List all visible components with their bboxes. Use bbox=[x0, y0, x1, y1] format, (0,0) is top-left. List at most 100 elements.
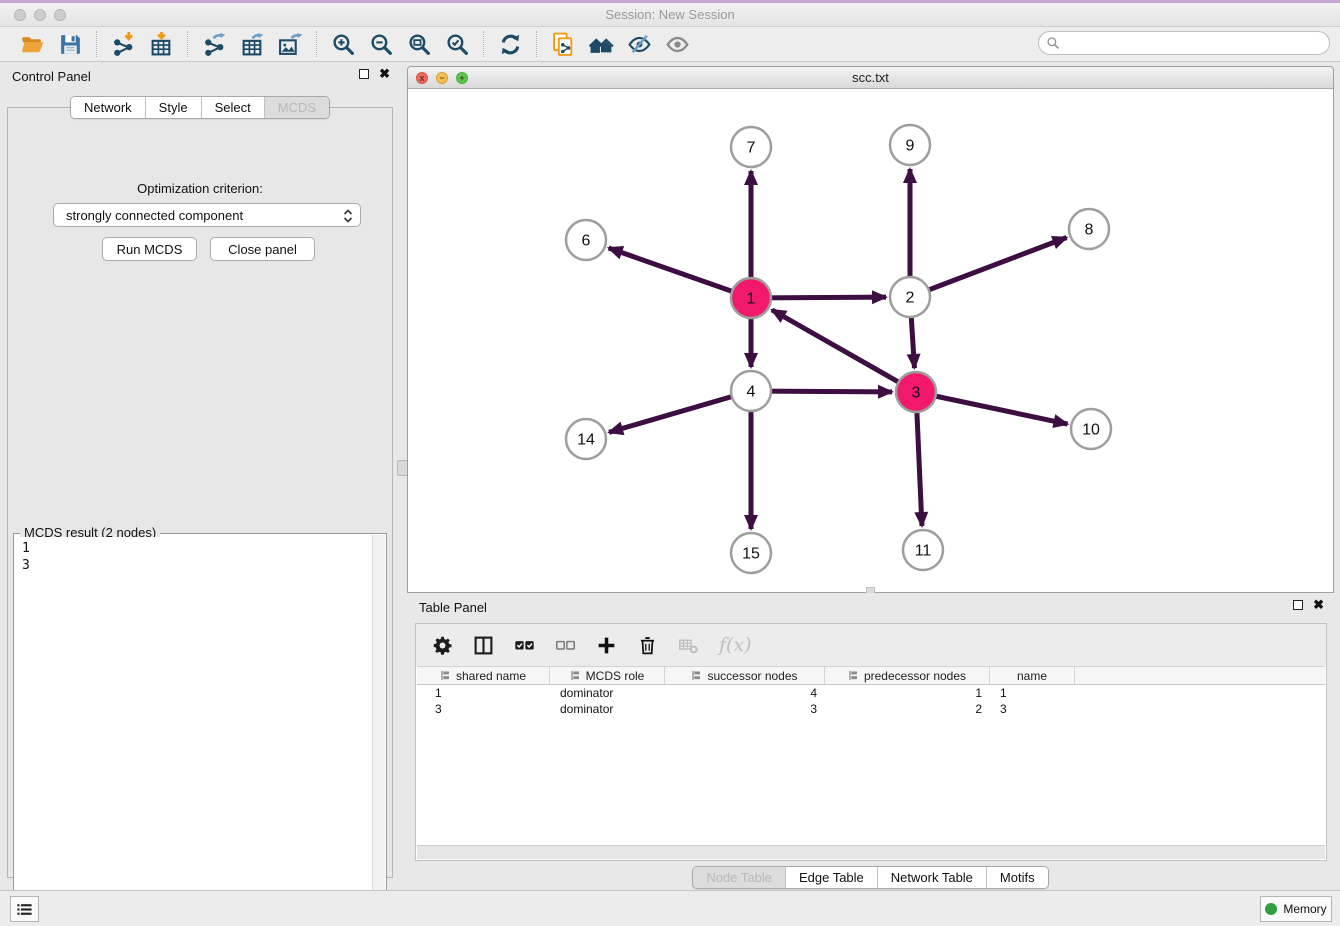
result-line: 3 bbox=[22, 557, 370, 574]
zoom-in-icon bbox=[331, 32, 356, 57]
graph-node-14[interactable]: 14 bbox=[566, 419, 606, 459]
cell-name[interactable]: 1 bbox=[990, 685, 1075, 701]
graph-node-10[interactable]: 10 bbox=[1071, 409, 1111, 449]
run-mcds-button[interactable]: Run MCDS bbox=[102, 237, 197, 261]
graph-node-7[interactable]: 7 bbox=[731, 127, 771, 167]
graph-edge-3-1[interactable] bbox=[772, 310, 916, 392]
result-scrollbar[interactable] bbox=[372, 535, 385, 909]
close-panel-icon[interactable]: ✖ bbox=[379, 69, 390, 79]
table-panel-title: Table Panel bbox=[419, 600, 487, 615]
cell-predecessor-nodes[interactable]: 2 bbox=[825, 701, 990, 717]
select-all-checkboxes-button[interactable] bbox=[514, 635, 535, 656]
open-session-icon bbox=[20, 32, 45, 57]
show-all-button[interactable] bbox=[661, 29, 693, 59]
delete-column-icon bbox=[637, 635, 658, 656]
graph-edge-3-10[interactable] bbox=[916, 392, 1068, 424]
deselect-all-checkboxes-button[interactable] bbox=[555, 635, 576, 656]
cell-mcds-role[interactable]: dominator bbox=[550, 701, 665, 717]
main-toolbar bbox=[0, 27, 1340, 62]
delete-table-icon bbox=[678, 635, 699, 656]
graph-node-8[interactable]: 8 bbox=[1069, 209, 1109, 249]
clone-network-icon bbox=[551, 32, 576, 57]
graph-node-4[interactable]: 4 bbox=[731, 371, 771, 411]
cell-shared-name[interactable]: 1 bbox=[417, 685, 550, 701]
float-table-panel-icon[interactable] bbox=[1293, 600, 1303, 610]
refresh-button[interactable] bbox=[494, 29, 526, 59]
add-column-button[interactable] bbox=[596, 635, 617, 656]
graph-node-1[interactable]: 1 bbox=[731, 278, 771, 318]
search-input[interactable] bbox=[1038, 31, 1330, 55]
tab-node-table[interactable]: Node Table bbox=[693, 867, 785, 888]
graph-edge-1-6[interactable] bbox=[609, 248, 751, 298]
table-row[interactable]: 3dominator323 bbox=[417, 701, 1325, 717]
clone-network-button[interactable] bbox=[547, 29, 579, 59]
export-image-button[interactable] bbox=[274, 29, 306, 59]
memory-button[interactable]: Memory bbox=[1260, 896, 1332, 922]
network-window-titlebar[interactable]: x − + scc.txt bbox=[408, 67, 1333, 89]
toggle-columns-button[interactable] bbox=[473, 635, 494, 656]
graph-node-9[interactable]: 9 bbox=[890, 125, 930, 165]
import-network-button[interactable] bbox=[107, 29, 139, 59]
graph-edge-4-14[interactable] bbox=[609, 391, 751, 432]
network-graph: 7 9 6 8 1 2 4 3 14 10 15 11 bbox=[408, 89, 1333, 592]
zoom-selected-icon bbox=[445, 32, 470, 57]
close-table-panel-icon[interactable]: ✖ bbox=[1313, 600, 1324, 610]
zoom-out-icon bbox=[369, 32, 394, 57]
tab-edge-table[interactable]: Edge Table bbox=[785, 867, 877, 888]
first-neighbors-button[interactable] bbox=[585, 29, 617, 59]
export-table-button[interactable] bbox=[236, 29, 268, 59]
table-mode-gear-button[interactable] bbox=[432, 635, 453, 656]
cell-mcds-role[interactable]: dominator bbox=[550, 685, 665, 701]
zoom-out-button[interactable] bbox=[365, 29, 397, 59]
column-header-successor-nodes[interactable]: successor nodes bbox=[665, 667, 825, 684]
float-panel-icon[interactable] bbox=[359, 69, 369, 79]
cell-shared-name[interactable]: 3 bbox=[417, 701, 550, 717]
mcds-result-text[interactable]: 13 bbox=[18, 537, 370, 907]
column-header-predecessor-nodes[interactable]: predecessor nodes bbox=[825, 667, 990, 684]
network-canvas[interactable]: 7 9 6 8 1 2 4 3 14 10 15 11 bbox=[408, 89, 1333, 592]
cell-predecessor-nodes[interactable]: 1 bbox=[825, 685, 990, 701]
tab-network[interactable]: Network bbox=[71, 97, 145, 118]
graph-node-3[interactable]: 3 bbox=[896, 372, 936, 412]
hide-selected-icon bbox=[627, 32, 652, 57]
hide-selected-button[interactable] bbox=[623, 29, 655, 59]
tab-mcds[interactable]: MCDS bbox=[264, 97, 329, 118]
export-table-icon bbox=[240, 32, 265, 57]
cell-name[interactable]: 3 bbox=[990, 701, 1075, 717]
zoom-selected-button[interactable] bbox=[441, 29, 473, 59]
tab-style[interactable]: Style bbox=[145, 97, 201, 118]
export-network-button[interactable] bbox=[198, 29, 230, 59]
tab-select[interactable]: Select bbox=[201, 97, 264, 118]
table-panel: Table Panel ✖ f(x) shared nameMCDS roles… bbox=[407, 593, 1334, 890]
vertical-splitter[interactable] bbox=[400, 62, 407, 890]
optimization-criterion-dropdown[interactable]: strongly connected component bbox=[53, 203, 361, 227]
close-panel-button[interactable]: Close panel bbox=[210, 237, 315, 261]
import-table-button[interactable] bbox=[145, 29, 177, 59]
tab-network-table[interactable]: Network Table bbox=[877, 867, 986, 888]
cell-successor-nodes[interactable]: 3 bbox=[665, 701, 825, 717]
graph-node-15[interactable]: 15 bbox=[731, 533, 771, 573]
network-window-title: scc.txt bbox=[408, 70, 1333, 85]
main-titlebar: Session: New Session bbox=[0, 3, 1340, 27]
task-history-button[interactable] bbox=[10, 896, 39, 922]
zoom-fit-button[interactable] bbox=[403, 29, 435, 59]
graph-node-11[interactable]: 11 bbox=[903, 530, 943, 570]
table-row[interactable]: 1dominator411 bbox=[417, 685, 1325, 701]
column-header-shared-name[interactable]: shared name bbox=[417, 667, 550, 684]
cell-successor-nodes[interactable]: 4 bbox=[665, 685, 825, 701]
delete-table-button bbox=[678, 635, 699, 656]
memory-status-icon bbox=[1265, 903, 1277, 915]
graph-node-6[interactable]: 6 bbox=[566, 220, 606, 260]
column-header-name[interactable]: name bbox=[990, 667, 1075, 684]
control-panel-tabs: NetworkStyleSelectMCDS bbox=[0, 96, 400, 119]
delete-column-button[interactable] bbox=[637, 635, 658, 656]
zoom-in-button[interactable] bbox=[327, 29, 359, 59]
graph-edge-2-8[interactable] bbox=[910, 238, 1067, 297]
open-session-button[interactable] bbox=[16, 29, 48, 59]
graph-node-2[interactable]: 2 bbox=[890, 277, 930, 317]
memory-label: Memory bbox=[1283, 902, 1326, 916]
column-header-mcds-role[interactable]: MCDS role bbox=[550, 667, 665, 684]
tab-motifs[interactable]: Motifs bbox=[986, 867, 1048, 888]
save-session-button[interactable] bbox=[54, 29, 86, 59]
table-horizontal-scrollbar[interactable] bbox=[417, 845, 1325, 859]
